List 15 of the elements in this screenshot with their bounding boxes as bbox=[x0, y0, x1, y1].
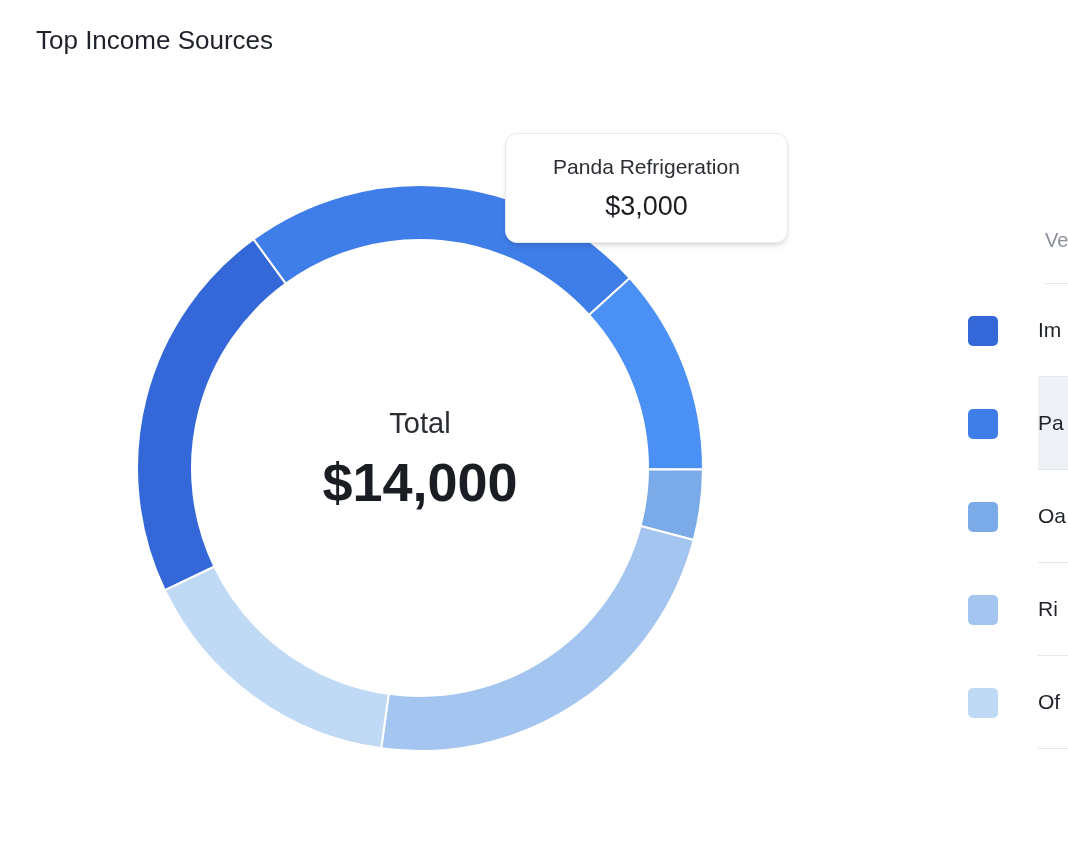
tooltip-value: $3,000 bbox=[605, 191, 688, 221]
donut-slice[interactable] bbox=[588, 277, 704, 471]
chart-title: Top Income Sources bbox=[36, 25, 273, 55]
legend-label: Pa bbox=[1038, 410, 1064, 437]
legend-row[interactable]: Pa bbox=[1038, 377, 1068, 470]
total-label: Total bbox=[389, 406, 451, 441]
legend-label: Im bbox=[1038, 317, 1062, 344]
donut-slice[interactable] bbox=[639, 468, 704, 541]
tooltip-label: Panda Refrigeration bbox=[553, 155, 740, 179]
column-header: Ve bbox=[1045, 227, 1068, 253]
legend-label: Ri bbox=[1038, 596, 1058, 623]
total-value: $14,000 bbox=[322, 451, 518, 514]
donut-slice[interactable] bbox=[136, 238, 287, 592]
legend-label: Oa bbox=[1038, 503, 1066, 530]
legend-label: Of bbox=[1038, 689, 1061, 716]
